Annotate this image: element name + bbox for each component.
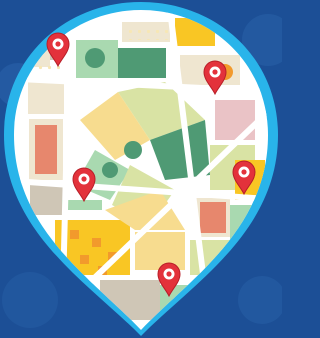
map-pin-icon	[0, 2, 282, 336]
map-location-illustration	[0, 0, 282, 338]
